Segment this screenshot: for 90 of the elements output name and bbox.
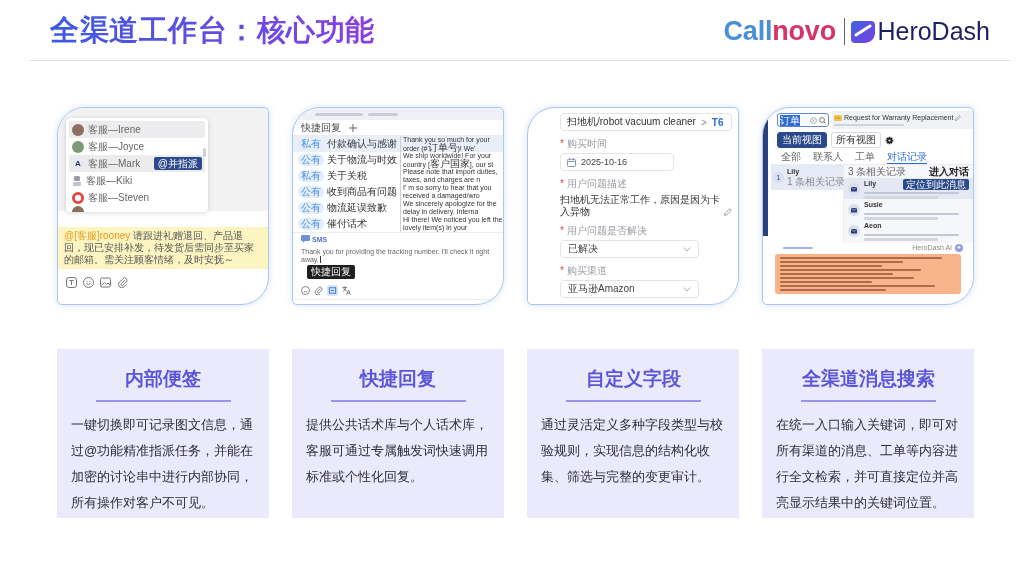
text-line-placeholder — [315, 112, 363, 116]
tab[interactable]: 快捷回复 — [301, 121, 341, 134]
chevron-down-icon — [683, 246, 691, 252]
settings-icon[interactable] — [885, 135, 894, 145]
search-icon[interactable] — [819, 116, 826, 124]
result-count: 3 条相关记录 — [848, 166, 907, 177]
text-format-icon[interactable] — [66, 277, 77, 288]
mail-icon — [848, 203, 860, 216]
feature-description: 通过灵活定义多种字段类型与校验规则，实现信息的结构化收集、筛选与完整的变更审计。 — [541, 415, 724, 486]
clear-icon[interactable] — [810, 116, 817, 124]
mention-option[interactable]: 客服—Irene — [69, 121, 205, 138]
reply-title: 物流延误致歉 — [327, 202, 388, 214]
feature-title: 全渠道消息搜索 — [801, 367, 935, 391]
view-tab[interactable]: 当前视图 — [777, 132, 827, 148]
filter-tab[interactable]: 对话记录 — [887, 151, 927, 164]
select-field[interactable]: 已解决 — [560, 240, 699, 258]
agent-name: 客服—Steven — [88, 190, 150, 205]
scope-tag: 公有 — [298, 186, 324, 198]
herodash-logo: HeroDash — [877, 16, 990, 46]
feature-title: 自定义字段 — [585, 367, 681, 391]
open-conversation-link[interactable]: 进入对话 — [929, 166, 969, 177]
quick-reply-icon[interactable] — [327, 285, 338, 296]
mention-option[interactable]: A 客服—Mark @并指派 — [69, 155, 205, 172]
agent-name: 客服—Irene — [88, 122, 141, 137]
date-field[interactable]: 2025-10-16 — [560, 153, 674, 171]
field-label: * 购买渠道 — [560, 265, 608, 277]
agent-name: 客服—Kiki — [86, 173, 133, 188]
chat-icon — [301, 235, 310, 243]
match-count: 1 条相关记录 — [787, 176, 846, 187]
agent-name: 客服—Mark — [88, 156, 141, 171]
emoji-icon[interactable] — [301, 286, 310, 295]
plus-icon[interactable] — [349, 123, 357, 132]
translate-icon[interactable] — [342, 286, 351, 295]
callnovo-logo: Callnovo — [723, 15, 836, 47]
scope-tag: 公有 — [298, 218, 324, 230]
figure-avatar-icon — [72, 175, 82, 186]
reply-title: 催付话术 — [327, 218, 368, 230]
scope-tag: 公有 — [298, 202, 324, 214]
calendar-icon — [567, 157, 576, 167]
reply-title: 关于关税 — [327, 170, 368, 182]
feature-description: 提供公共话术库与个人话术库，客服可通过专属触发词快速调用标准或个性化回复。 — [306, 415, 489, 486]
feature-description: 在统一入口输入关键词，即可对所有渠道的消息、工单等内容进行全文检索，并可直接定位并高亮显示结果中的关键词位置。 — [776, 415, 959, 512]
letter-avatar: A — [72, 157, 84, 170]
reply-title: 收到商品有问题 — [327, 186, 397, 198]
view-tab[interactable]: 所有视图 — [831, 132, 881, 148]
ticket-icon — [834, 115, 842, 121]
field-label: * 用户问题是否解决 — [560, 225, 648, 237]
scope-tag: 私有 — [298, 170, 324, 182]
agent-name: 客服—Joyce — [88, 139, 145, 154]
text-line-placeholder — [368, 112, 398, 116]
mention-option[interactable]: 客服—Kiki — [69, 172, 205, 189]
mention-option[interactable]: 客服—Steven — [69, 189, 205, 206]
description-text: 扫地机无法正常工作，原因是因为卡入异物 — [560, 194, 721, 218]
mention-option[interactable]: 客服—Joyce — [69, 138, 205, 155]
reply-title: 付款确认与感谢 — [327, 138, 397, 150]
select-field[interactable]: 亚马逊Amazon — [560, 280, 699, 298]
scope-tag: 公有 — [298, 154, 324, 166]
swoosh-logo-icon — [851, 19, 876, 43]
avatar-icon — [72, 206, 84, 212]
scrollbar-thumb[interactable] — [203, 148, 206, 157]
pencil-icon[interactable] — [724, 208, 732, 216]
paperclip-icon[interactable] — [117, 277, 128, 288]
ring-avatar-icon — [72, 191, 84, 204]
chevron-down-icon — [683, 286, 691, 292]
pencil-icon[interactable] — [955, 115, 962, 121]
image-icon[interactable] — [100, 277, 111, 288]
mail-icon — [848, 182, 860, 195]
category-select[interactable]: 扫地机/robot vacuum cleaner > T6 — [560, 113, 732, 131]
avatar-icon — [72, 123, 84, 136]
feature-title: 快捷回复 — [360, 367, 436, 391]
search-field[interactable]: 订单 — [777, 113, 829, 127]
filter-tab[interactable]: 全部 — [781, 151, 801, 164]
avatar-icon — [72, 140, 84, 153]
feature-description: 一键切换即可记录图文信息，通过@功能精准指派任务，并能在加密的讨论串中进行内部协同，所有操作对客户不可见。 — [71, 415, 255, 512]
text-line-placeholder — [834, 124, 904, 126]
note-text: @[客服]rooney 请跟进礼赠退回、产品退回，现已安排补发，待发货后需同步至买家的邮箱。需关注顾客情绪，及时安抚～ — [64, 230, 255, 266]
mail-icon — [848, 224, 860, 237]
reply-title: 关于物流与时效 — [327, 154, 397, 166]
field-label: * 用户问题描述 — [560, 178, 628, 190]
feature-title: 内部便签 — [125, 367, 201, 391]
filter-tab[interactable]: 工单 — [855, 151, 875, 164]
emoji-icon[interactable] — [83, 277, 94, 288]
assign-button[interactable]: @并指派 — [153, 157, 202, 170]
field-label: * 购买时间 — [560, 138, 608, 150]
paperclip-icon[interactable] — [314, 286, 323, 295]
filter-tab[interactable]: 联系人 — [813, 151, 843, 164]
text-line-placeholder — [783, 246, 813, 250]
locate-button[interactable]: 定位到此消息 — [903, 178, 969, 190]
scope-tag: 私有 — [298, 138, 324, 150]
tooltip: 快捷回复 — [307, 265, 355, 279]
